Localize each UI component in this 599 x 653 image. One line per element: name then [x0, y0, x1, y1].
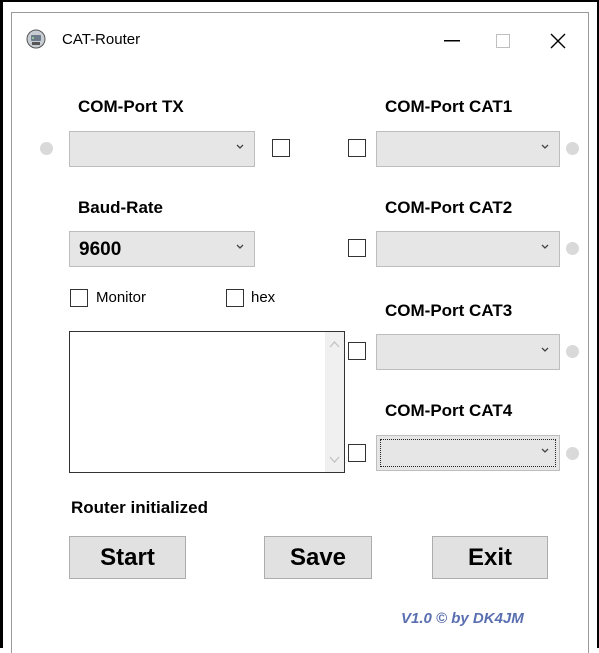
minimize-icon — [444, 40, 460, 42]
com-port-cat1-select[interactable] — [376, 131, 560, 167]
close-button[interactable] — [533, 13, 583, 69]
textarea-scrollbar[interactable] — [325, 332, 344, 472]
scroll-down-icon[interactable] — [329, 456, 340, 464]
chevron-down-icon — [541, 448, 549, 453]
com-port-cat2-label: COM-Port CAT2 — [385, 198, 513, 217]
chevron-down-icon — [541, 244, 549, 249]
baud-rate-select[interactable]: 9600 — [69, 231, 255, 267]
chevron-down-icon — [236, 244, 244, 249]
tx-status-led — [40, 142, 53, 155]
maximize-icon — [496, 34, 510, 48]
chevron-down-icon — [236, 144, 244, 149]
chevron-down-icon — [541, 144, 549, 149]
hex-checkbox[interactable] — [226, 289, 244, 307]
cat3-status-led — [566, 345, 579, 358]
exit-button[interactable]: Exit — [432, 536, 548, 579]
baud-rate-label: Baud-Rate — [78, 198, 164, 217]
monitor-label: Monitor — [96, 289, 147, 306]
com-port-cat3-label: COM-Port CAT3 — [385, 301, 513, 320]
com-port-tx-select[interactable] — [69, 131, 255, 167]
start-button[interactable]: Start — [69, 536, 186, 579]
cat2-status-led — [566, 242, 579, 255]
maximize-button[interactable] — [478, 13, 528, 69]
cat2-checkbox[interactable] — [348, 239, 366, 257]
com-port-cat4-select[interactable] — [376, 435, 560, 471]
tx-checkbox[interactable] — [272, 139, 290, 157]
baud-rate-value: 9600 — [79, 239, 122, 260]
chevron-down-icon — [541, 347, 549, 352]
cat1-status-led — [566, 142, 579, 155]
cat4-status-led — [566, 447, 579, 460]
focus-rectangle — [380, 439, 556, 467]
cat3-checkbox[interactable] — [348, 342, 366, 360]
version-label: V1.0 © by DK4JM — [401, 610, 524, 627]
com-port-cat3-select[interactable] — [376, 334, 560, 370]
close-icon — [550, 33, 566, 49]
app-window: CAT-Router COM-Port TX Baud-Rate 9600 Mo… — [11, 12, 589, 653]
com-port-cat4-label: COM-Port CAT4 — [385, 401, 513, 420]
monitor-output-textarea[interactable] — [69, 331, 345, 473]
status-text: Router initialized — [71, 498, 208, 517]
scroll-up-icon[interactable] — [329, 340, 340, 348]
com-port-tx-label: COM-Port TX — [78, 97, 184, 116]
window-title: CAT-Router — [62, 31, 141, 48]
cat1-checkbox[interactable] — [348, 139, 366, 157]
hex-label: hex — [251, 289, 276, 306]
com-port-cat1-label: COM-Port CAT1 — [385, 97, 513, 116]
router-app-icon — [26, 29, 46, 49]
title-bar[interactable]: CAT-Router — [12, 13, 588, 69]
cat4-checkbox[interactable] — [348, 444, 366, 462]
minimize-button[interactable] — [427, 13, 477, 69]
com-port-cat2-select[interactable] — [376, 231, 560, 267]
monitor-checkbox[interactable] — [70, 289, 88, 307]
save-button[interactable]: Save — [264, 536, 372, 579]
